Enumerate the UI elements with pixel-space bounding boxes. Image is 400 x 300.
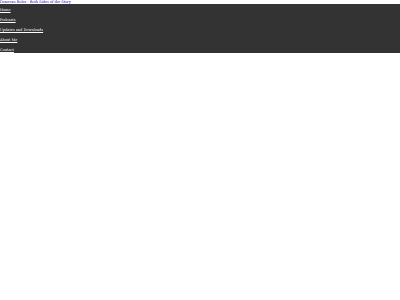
page: Donovan Roles - Both Sides of the Story … (0, 0, 400, 300)
main-navigation: Home Podcasts Updates and Downloads Abou… (0, 4, 400, 53)
nav-item-updates-downloads[interactable]: Updates and Downloads (0, 27, 43, 33)
nav-item-contact[interactable]: Contact (0, 47, 14, 53)
nav-item-about-me[interactable]: About Me (0, 37, 17, 43)
nav-item-home[interactable]: Home (0, 7, 11, 13)
nav-item-podcasts[interactable]: Podcasts (0, 17, 16, 23)
